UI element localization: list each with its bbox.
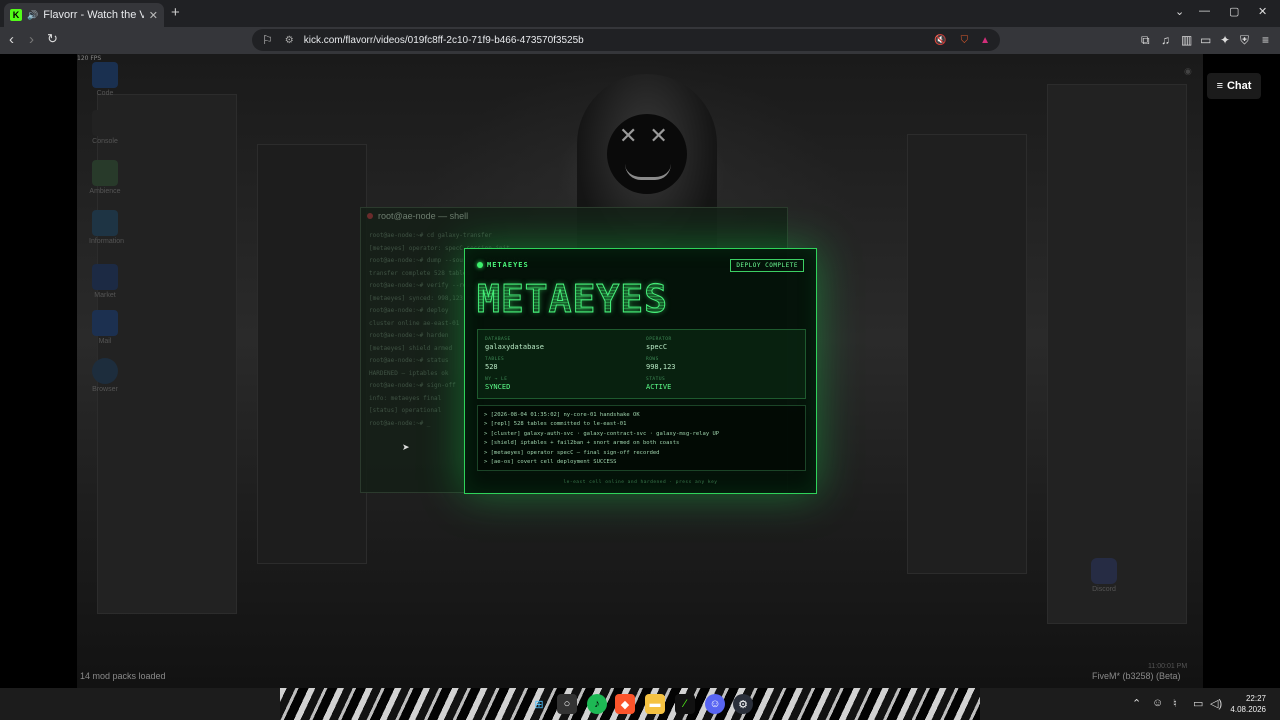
tab-search-icon[interactable]: ⌄ <box>1175 5 1184 18</box>
building-right-2 <box>907 134 1027 574</box>
video-player[interactable]: ✕✕ 120 FPS ◉ Code Console Ambience Infor… <box>0 54 1280 688</box>
metaeyes-ascii-logo: METAEYES <box>476 277 669 322</box>
desktop-icon-code[interactable]: Code <box>89 62 121 97</box>
chat-toggle-button[interactable]: ≡ Chat <box>1207 73 1261 99</box>
brand-label: METAEYES <box>487 261 529 269</box>
fps-counter: 120 FPS <box>77 55 102 62</box>
terminal-icon[interactable]: ⁄ <box>675 694 695 714</box>
log-line: > [shield] iptables + fail2ban + snort a… <box>484 440 680 447</box>
field-database: DATABASE galaxydatabase <box>485 337 545 351</box>
microphone-icon[interactable]: ♮ <box>1173 697 1177 710</box>
x-eyes: ✕✕ <box>619 124 680 149</box>
volume-icon[interactable]: ◁) <box>1210 697 1222 710</box>
field-tables: TABLES 528 <box>485 357 505 371</box>
ingame-clock: 11:00:01 PM <box>1148 663 1188 670</box>
back-button[interactable]: ‹ <box>9 31 14 48</box>
brave-shields-icon[interactable]: ⛉ <box>961 35 969 46</box>
desktop-icon-console[interactable]: Console <box>89 110 121 145</box>
panel-footer: le-east cell online and hardened · press… <box>563 480 718 485</box>
chat-list-icon: ≡ <box>1216 80 1223 92</box>
log-line: > [2026-08-04 01:35:02] ny-core-01 hands… <box>484 412 640 418</box>
maximize-button[interactable]: ▢ <box>1229 5 1239 18</box>
building-left-2 <box>257 144 367 564</box>
eye-icon: ◉ <box>1184 66 1192 76</box>
windows-start-icon[interactable]: ⊞ <box>529 694 549 714</box>
discord-icon[interactable]: ☺ <box>705 694 725 714</box>
field-operator: OPERATOR specC <box>646 337 672 351</box>
desktop-icon-market[interactable]: Market <box>89 264 121 299</box>
spotify-icon[interactable]: ♪ <box>587 694 607 714</box>
menu-icon[interactable]: ≡ <box>1262 33 1269 47</box>
info-grid: DATABASE galaxydatabase OPERATOR specC T… <box>477 329 806 399</box>
windows-taskbar: ⊞ ○ ♪ ◆ ▬ ⁄ ☺ ⚙ ⌃ ☺ ♮ ▭ ◁) 22:27 4.08.20… <box>0 688 1280 720</box>
tab-title: Flavorr - Watch the VOD on Kick <box>43 9 144 21</box>
panel-brand: METAEYES <box>477 261 529 269</box>
brave-rewards-icon[interactable]: ▲ <box>980 35 990 46</box>
shell-line: root@ae-node:~# cd galaxy-transfer <box>369 232 492 239</box>
close-window-button[interactable]: ✕ <box>1258 5 1267 18</box>
system-clock[interactable]: 22:27 4.08.2026 <box>1230 693 1266 715</box>
network-icon[interactable]: ▭ <box>1193 697 1203 710</box>
url-text: kick.com/flavorr/videos/019fc8ff-2c10-71… <box>303 34 584 46</box>
minimize-button[interactable]: — <box>1199 5 1210 17</box>
log-line: > [ae-os] covert cell deployment SUCCESS <box>484 459 617 466</box>
address-bar-row: ‹ › ↻ ⚐ ⚙ kick.com/flavorr/videos/019fc8… <box>0 27 1280 54</box>
url-field[interactable]: ⚐ ⚙ kick.com/flavorr/videos/019fc8ff-2c1… <box>252 29 1000 51</box>
discord-tray-icon[interactable]: ☺ <box>1152 697 1163 709</box>
sidebar-icon[interactable]: ▥ <box>1181 33 1192 47</box>
shell-titlebar: root@ae-node — shell <box>361 208 787 224</box>
browser-tab[interactable]: K 🔊 Flavorr - Watch the VOD on Kick ✕ <box>4 3 164 27</box>
kick-favicon-icon: K <box>10 9 22 21</box>
chat-button-label: Chat <box>1226 80 1252 92</box>
desktop-icon-mail[interactable]: Mail <box>89 310 121 345</box>
search-icon[interactable]: ○ <box>557 694 577 714</box>
leo-ai-icon[interactable]: ✦ <box>1220 33 1230 47</box>
steam-icon[interactable]: ⚙ <box>733 694 753 714</box>
desktop-icon-information[interactable]: Information <box>89 210 124 245</box>
forward-button[interactable]: › <box>29 31 34 48</box>
wallet-icon[interactable]: ▭ <box>1200 33 1211 47</box>
show-hidden-icons-icon[interactable]: ⌃ <box>1132 697 1141 710</box>
file-explorer-icon[interactable]: ▬ <box>645 694 665 714</box>
mod-packs-status: 14 mod packs loaded <box>80 671 166 681</box>
extensions-icon[interactable]: ⧉ <box>1141 33 1150 48</box>
new-tab-button[interactable]: + <box>171 4 180 21</box>
deploy-status-badge: DEPLOY COMPLETE <box>730 259 804 272</box>
system-tray: ⌃ ☺ ♮ ▭ ◁) 22:27 4.08.2026 <box>1120 688 1280 720</box>
status-led-icon <box>477 262 483 268</box>
site-info-icon[interactable]: ⚙ <box>285 35 294 46</box>
metaeyes-panel: METAEYES DEPLOY COMPLETE METAEYES DATABA… <box>464 248 817 494</box>
close-tab-icon[interactable]: ✕ <box>149 9 158 22</box>
shell-title: root@ae-node — shell <box>378 211 469 221</box>
tab-strip: K 🔊 Flavorr - Watch the VOD on Kick ✕ + … <box>0 0 1280 27</box>
media-controls-icon[interactable]: ♫ <box>1161 33 1170 47</box>
brave-icon[interactable]: ◆ <box>615 694 635 714</box>
deployment-log: > [2026-08-04 01:35:02] ny-core-01 hands… <box>477 405 806 471</box>
bookmark-icon[interactable]: ⚐ <box>262 33 273 47</box>
vpn-icon[interactable]: ⛨ <box>1240 33 1249 48</box>
field-rows: ROWS 998,123 <box>646 357 676 371</box>
building-right <box>1047 84 1187 624</box>
mute-tab-icon[interactable]: 🔇 <box>934 35 946 46</box>
desktop-icon-discord[interactable]: Discord <box>1090 558 1118 593</box>
close-dot-icon[interactable] <box>367 213 373 219</box>
reload-button[interactable]: ↻ <box>47 31 58 47</box>
field-status: STATUS ACTIVE <box>646 377 672 391</box>
fivem-build-label: FiveM* (b3258) (Beta) <box>1092 671 1181 681</box>
log-line: > [repl] 528 tables committed to le-east… <box>484 421 627 428</box>
field-sync: NY → LE SYNCED <box>485 377 511 391</box>
log-line: > [metaeyes] operator specC — final sign… <box>484 449 660 456</box>
mouse-cursor-icon: ➤ <box>402 442 410 452</box>
log-line: > [cluster] galaxy-auth-svc · galaxy-con… <box>484 430 720 437</box>
desktop-icon-ambience[interactable]: Ambience <box>89 160 121 195</box>
desktop-icon-browser[interactable]: Browser <box>89 358 121 393</box>
audio-playing-icon[interactable]: 🔊 <box>27 10 38 21</box>
